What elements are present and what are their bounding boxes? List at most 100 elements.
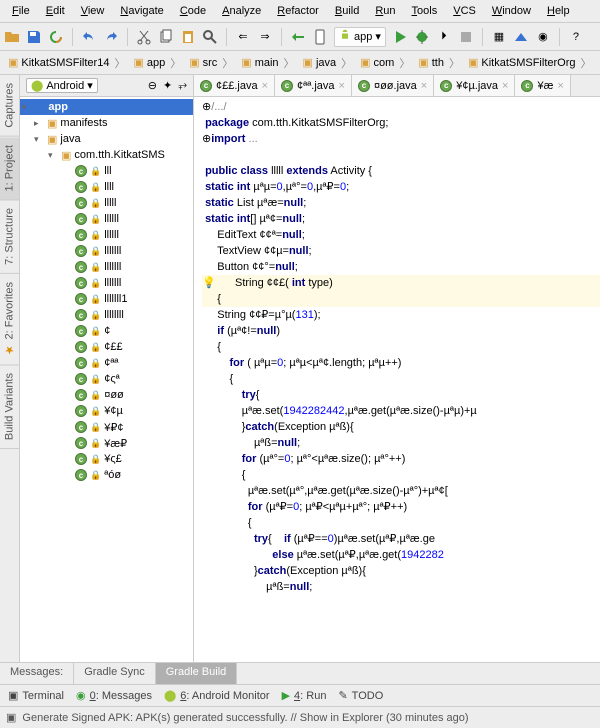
tree-row[interactable]: ▾▣app <box>20 99 193 115</box>
copy-icon[interactable] <box>158 29 174 45</box>
tree-row[interactable]: c🔒 lllllll1 <box>20 291 193 307</box>
tool-android-monitor[interactable]: ⬤6: Android Monitor <box>164 689 270 702</box>
project-tree[interactable]: ▾▣app▸▣manifests▾▣java▾▣com.tth.KitkatSM… <box>20 97 193 662</box>
tab-structure[interactable]: 7: Structure <box>0 200 19 274</box>
attach-icon[interactable]: ⏵ <box>436 29 452 45</box>
run-config-dropdown[interactable]: app ▾ <box>334 27 386 47</box>
menu-navigate[interactable]: Navigate <box>112 2 171 20</box>
tab-gradle-build[interactable]: Gradle Build <box>156 663 238 684</box>
tool-todo[interactable]: ✎TODO <box>338 689 383 702</box>
tree-row[interactable]: c🔒 ¥₽¢ <box>20 419 193 435</box>
tree-row[interactable]: c🔒 lllllll <box>20 275 193 291</box>
close-icon[interactable]: × <box>502 80 508 92</box>
crumb-class[interactable]: c <box>596 57 600 69</box>
close-icon[interactable]: × <box>339 80 345 92</box>
menu-edit[interactable]: Edit <box>38 2 73 20</box>
code-editor[interactable]: ⊕/.../ package com.tth.KitkatSMSFilterOr… <box>194 97 600 662</box>
editor-tab[interactable]: c¥¢µ.java× <box>434 75 515 96</box>
tab-favorites[interactable]: ★2: Favorites <box>0 274 19 365</box>
close-icon[interactable]: × <box>262 80 268 92</box>
forward-icon[interactable]: ⇒ <box>257 29 273 45</box>
make-icon[interactable] <box>290 29 306 45</box>
sync-icon[interactable] <box>48 29 64 45</box>
menu-view[interactable]: View <box>73 2 113 20</box>
tree-row[interactable]: c🔒 ¢ªª <box>20 355 193 371</box>
editor-tab[interactable]: c¢ªª.java× <box>275 75 352 96</box>
tree-row[interactable]: c🔒 ªóø <box>20 467 193 483</box>
tree-row[interactable]: c🔒 llllllll <box>20 307 193 323</box>
crumb-java[interactable]: ▣java〉 <box>299 55 357 71</box>
back-icon[interactable]: ⇐ <box>235 29 251 45</box>
crumb-pkg[interactable]: ▣KitkatSMSFilterOrg〉 <box>464 55 596 71</box>
crumb-src[interactable]: ▣src〉 <box>185 55 237 71</box>
crumb-tth[interactable]: ▣tth〉 <box>414 55 464 71</box>
tab-build-variants[interactable]: Build Variants <box>0 365 19 449</box>
crumb-app[interactable]: ▣app〉 <box>129 55 185 71</box>
crumb-com[interactable]: ▣com〉 <box>356 55 414 71</box>
crumb-root[interactable]: ▣KitkatSMSFilter14〉 <box>4 55 129 71</box>
stop-icon[interactable] <box>458 29 474 45</box>
tree-row[interactable]: ▾▣com.tth.KitkatSMS <box>20 147 193 163</box>
hide-icon[interactable]: ⥅ <box>178 79 187 92</box>
tab-captures[interactable]: Captures <box>0 75 19 137</box>
menu-vcs[interactable]: VCS <box>445 2 484 20</box>
menu-tools[interactable]: Tools <box>404 2 446 20</box>
tree-row[interactable]: c🔒 ¥¢µ <box>20 403 193 419</box>
tree-row[interactable]: c🔒 llll <box>20 179 193 195</box>
undo-icon[interactable] <box>81 29 97 45</box>
tab-gradle-sync[interactable]: Gradle Sync <box>74 663 156 684</box>
intention-bulb-icon[interactable]: 💡 <box>202 277 216 289</box>
menu-file[interactable]: File <box>4 2 38 20</box>
tree-row[interactable]: c🔒 ¢ <box>20 323 193 339</box>
tree-row[interactable]: c🔒 lllllll <box>20 243 193 259</box>
menu-run[interactable]: Run <box>367 2 403 20</box>
find-icon[interactable] <box>202 29 218 45</box>
redo-icon[interactable] <box>103 29 119 45</box>
cut-icon[interactable] <box>136 29 152 45</box>
tree-row[interactable]: c🔒 lllll <box>20 195 193 211</box>
project-view-dropdown[interactable]: ⬤Android▾ <box>26 78 98 93</box>
tree-row[interactable]: c🔒 lllllll <box>20 259 193 275</box>
tree-row[interactable]: c🔒 ¢ςª <box>20 371 193 387</box>
tool-messages[interactable]: ◉0: Messages <box>76 689 152 702</box>
tool-terminal[interactable]: ▣Terminal <box>8 689 64 702</box>
crumb-main[interactable]: ▣main〉 <box>237 55 298 71</box>
tab-messages[interactable]: Messages: <box>0 663 74 684</box>
tree-row[interactable]: ▸▣manifests <box>20 115 193 131</box>
menu-analyze[interactable]: Analyze <box>214 2 269 20</box>
class-icon: c <box>440 80 452 92</box>
save-icon[interactable] <box>26 29 42 45</box>
menu-help[interactable]: Help <box>539 2 578 20</box>
tree-row[interactable]: c🔒 lll <box>20 163 193 179</box>
paste-icon[interactable] <box>180 29 196 45</box>
tree-row[interactable]: c🔒 ¥æ₽ <box>20 435 193 451</box>
editor-tab[interactable]: c¢££.java× <box>194 75 275 96</box>
avd-manager-icon[interactable]: ▦ <box>491 29 507 45</box>
tree-row[interactable]: c🔒 ¤øø <box>20 387 193 403</box>
editor-tab[interactable]: c¥æ× <box>515 75 570 96</box>
gear-icon[interactable]: ✦ <box>163 79 172 92</box>
tree-row[interactable]: c🔒 ¢££ <box>20 339 193 355</box>
tab-project[interactable]: 1: Project <box>0 137 19 200</box>
menu-bar: File Edit View Navigate Code Analyze Ref… <box>0 0 600 23</box>
tool-run[interactable]: ▶4: Run <box>282 689 327 702</box>
close-icon[interactable]: × <box>557 80 563 92</box>
tree-row[interactable]: c🔒 ¥ς£ <box>20 451 193 467</box>
menu-refactor[interactable]: Refactor <box>269 2 327 20</box>
tree-row[interactable]: c🔒 llllll <box>20 227 193 243</box>
help-icon[interactable]: ? <box>568 29 584 45</box>
ddms-icon[interactable]: ◉ <box>535 29 551 45</box>
menu-build[interactable]: Build <box>327 2 367 20</box>
menu-window[interactable]: Window <box>484 2 539 20</box>
collapse-icon[interactable]: ⊖ <box>148 79 157 92</box>
tree-row[interactable]: ▾▣java <box>20 131 193 147</box>
tree-row[interactable]: c🔒 llllll <box>20 211 193 227</box>
run-icon[interactable] <box>392 29 408 45</box>
avd-icon[interactable] <box>312 29 328 45</box>
sdk-manager-icon[interactable] <box>513 29 529 45</box>
debug-icon[interactable] <box>414 29 430 45</box>
open-icon[interactable] <box>4 29 20 45</box>
menu-code[interactable]: Code <box>172 2 214 20</box>
editor-tab[interactable]: c¤øø.java× <box>352 75 434 96</box>
close-icon[interactable]: × <box>421 80 427 92</box>
